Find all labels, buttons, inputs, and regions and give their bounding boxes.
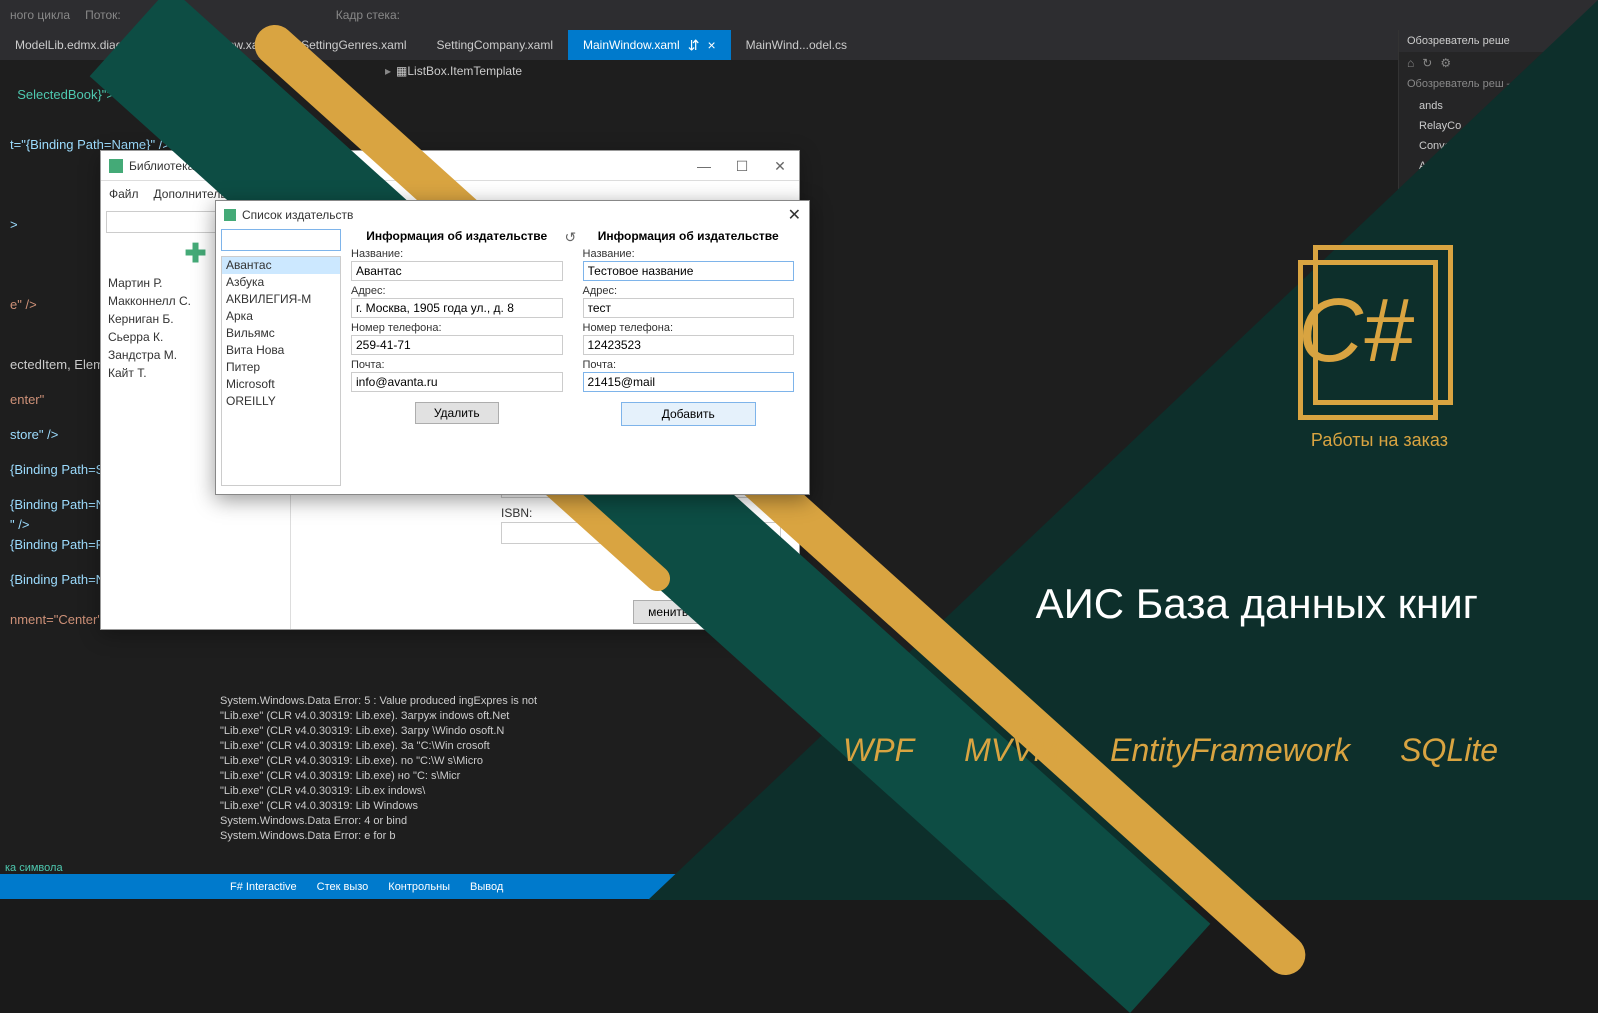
stack-tab[interactable]: Стек вызо <box>317 881 369 893</box>
tab-settingcompany[interactable]: SettingCompany.xaml <box>422 30 569 60</box>
address-label: Адрес: <box>583 285 795 297</box>
thread-label: Поток: <box>85 8 121 22</box>
maximize-button[interactable]: ☐ <box>723 151 761 181</box>
se-item: c* T <box>1419 256 1578 276</box>
isbn-label: ISBN: <box>501 506 781 520</box>
tab-mainwindow-cs[interactable]: MainWind...odel.cs <box>731 30 862 60</box>
chevron-icon: ▸ <box>385 64 391 78</box>
list-item[interactable]: Питер <box>222 359 340 376</box>
se-item: Strin <box>1419 216 1578 236</box>
se-item: A <box>1419 156 1578 176</box>
list-item[interactable]: Арка <box>222 308 340 325</box>
se-item: RelayCo <box>1419 116 1578 136</box>
add-publisher-button[interactable]: Добавить <box>621 402 756 426</box>
se-tree[interactable]: ands RelayCo Converte A Strin DataTra c*… <box>1399 94 1598 308</box>
address-label: Адрес: <box>351 285 563 297</box>
name-label: Название: <box>583 248 795 260</box>
window-title: Библиотека 2.0 <box>129 159 214 173</box>
address-input[interactable] <box>351 298 563 318</box>
document-tabs: ModelLib.edmx.diagram BookWindow.xaml Se… <box>0 30 1598 60</box>
se-item: R <box>1419 286 1578 306</box>
name-input[interactable] <box>351 261 563 281</box>
close-button[interactable]: ✕ <box>761 151 799 181</box>
gear-icon[interactable]: ⚙ <box>1440 56 1451 70</box>
list-item[interactable]: Азбука <box>222 274 340 291</box>
publisher-list[interactable]: Авантас Азбука АКВИЛЕГИЯ-М Арка Вильямс … <box>221 256 341 486</box>
se-title: Обозреватель реше <box>1399 30 1598 52</box>
se-item: DataTra <box>1419 236 1578 256</box>
list-item[interactable]: OREILLY <box>222 393 340 410</box>
publisher-add-panel: ↺ Информация об издательстве Название: А… <box>573 229 805 494</box>
list-item[interactable]: Вильямс <box>222 325 340 342</box>
debug-toolbar: ного цикла Поток: Кадр стека: <box>0 0 1598 30</box>
tab-settinggenres[interactable]: SettingGenres.xaml <box>286 30 421 60</box>
list-item[interactable]: АКВИЛЕГИЯ-М <box>222 291 340 308</box>
breadcrumb: ▸ ▦ ListBox.ItemTemplate <box>380 60 522 82</box>
publishers-dialog: Список издательств ✕ Авантас Азбука АКВИ… <box>215 200 810 495</box>
phone-label: Номер телефона: <box>351 322 563 334</box>
menu-windows[interactable]: Дополнительные окна <box>154 187 278 201</box>
phone-input[interactable] <box>351 335 563 355</box>
se-toolbar: ⌂ ↻ ⚙ <box>1399 52 1598 74</box>
window-titlebar[interactable]: Библиотека 2.0 — ☐ ✕ <box>101 151 799 181</box>
address-input[interactable] <box>583 298 795 318</box>
home-icon[interactable]: ⌂ <box>1407 56 1414 70</box>
cycle-label: ного цикла <box>10 8 70 22</box>
list-item[interactable]: Вита Нова <box>222 342 340 359</box>
panel-heading: Информация об издательстве <box>351 229 563 243</box>
list-item[interactable]: Microsoft <box>222 376 340 393</box>
se-item: Converte <box>1419 136 1578 156</box>
watch-tab[interactable]: Контрольны <box>388 881 450 893</box>
frame-label: Кадр стека: <box>336 8 400 22</box>
output-tab[interactable]: Вывод <box>470 881 503 893</box>
dialog-title: Список издательств <box>242 208 353 222</box>
pin-icon[interactable]: ⇵ <box>688 37 700 54</box>
app-icon <box>109 159 123 173</box>
se-search[interactable]: Обозреватель реш — по <box>1399 74 1598 94</box>
se-item: ands <box>1419 96 1578 116</box>
tab-mainwindow[interactable]: MainWindow.xaml⇵× <box>568 30 731 60</box>
publisher-view-panel: Информация об издательстве Название: Адр… <box>341 229 573 494</box>
menu-file[interactable]: Файл <box>109 187 139 201</box>
refresh-icon[interactable]: ↻ <box>1422 56 1432 70</box>
name-input[interactable] <box>583 261 795 281</box>
status-symbol: ка символа <box>5 862 63 874</box>
email-label: Почта: <box>583 359 795 371</box>
close-icon[interactable]: × <box>707 37 715 53</box>
email-label: Почта: <box>351 359 563 371</box>
breadcrumb-icon: ▦ <box>396 64 407 78</box>
minimize-button[interactable]: — <box>685 151 723 181</box>
solution-explorer: Обозреватель реше ⌂ ↻ ⚙ Обозреватель реш… <box>1398 30 1598 899</box>
dialog-icon <box>224 209 236 221</box>
close-icon[interactable]: ✕ <box>788 205 801 225</box>
delete-button[interactable]: Удалить <box>713 600 789 624</box>
phone-input[interactable] <box>583 335 795 355</box>
publisher-search[interactable] <box>221 229 341 251</box>
status-bar: F# Interactive Стек вызо Контрольны Выво… <box>0 874 1598 899</box>
isbn-input[interactable] <box>501 522 781 544</box>
email-input[interactable] <box>351 372 563 392</box>
delete-publisher-button[interactable]: Удалить <box>415 402 499 424</box>
email-input[interactable] <box>583 372 795 392</box>
edit-button[interactable]: менить <box>633 600 703 624</box>
fsi-tab[interactable]: F# Interactive <box>230 881 297 893</box>
tab-bookwindow[interactable]: BookWindow.xaml <box>158 30 286 60</box>
tab-model-diagram[interactable]: ModelLib.edmx.diagram <box>0 30 158 60</box>
panel-heading: Информация об издательстве <box>583 229 795 243</box>
phone-label: Номер телефона: <box>583 322 795 334</box>
breadcrumb-item[interactable]: ListBox.ItemTemplate <box>407 64 522 78</box>
output-panel[interactable]: System.Windows.Data Error: 5 : Value pro… <box>220 694 820 844</box>
list-item[interactable]: Авантас <box>222 257 340 274</box>
menu-help[interactable]: Справка <box>292 187 339 201</box>
dialog-titlebar[interactable]: Список издательств ✕ <box>216 201 809 229</box>
refresh-icon[interactable]: ↺ <box>565 229 577 246</box>
name-label: Название: <box>351 248 563 260</box>
